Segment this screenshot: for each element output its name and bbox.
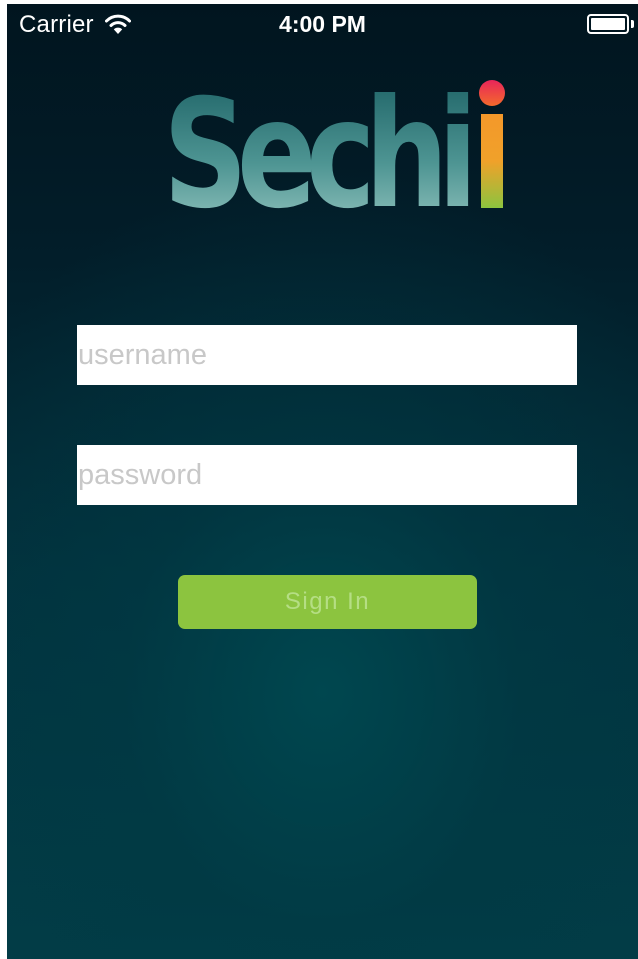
battery-tip [631, 20, 634, 28]
battery-level [591, 18, 625, 30]
battery-icon [587, 14, 629, 34]
app-logo: Sechi [163, 68, 505, 214]
status-bar: Carrier 4:00 PM [7, 4, 638, 44]
username-field[interactable] [77, 325, 577, 385]
status-time: 4:00 PM [279, 11, 366, 37]
logo-i-stem [481, 114, 503, 208]
login-screen: Carrier 4:00 PM Sechi username Sign In [7, 4, 638, 959]
password-field[interactable] [77, 445, 577, 505]
logo-i-dot [479, 80, 505, 106]
logo-wordmark: Sechi [163, 68, 468, 214]
sign-in-button[interactable]: Sign In [178, 575, 477, 629]
